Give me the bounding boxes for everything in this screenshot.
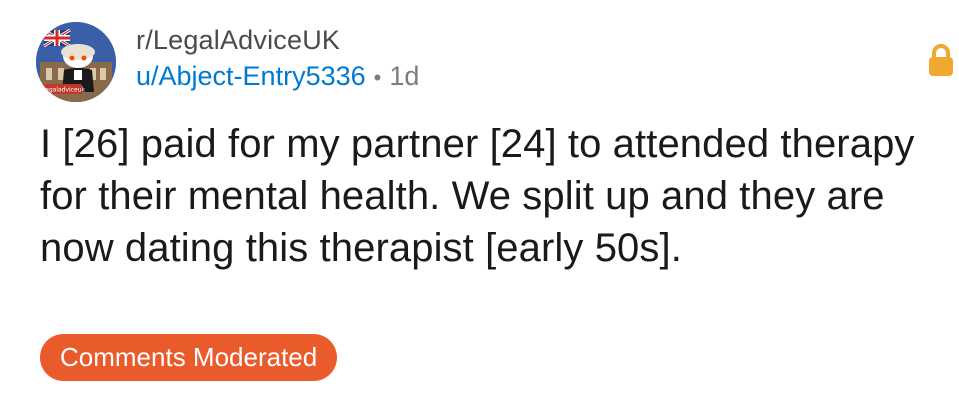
lock-icon (926, 42, 956, 78)
comments-moderated-badge: Comments Moderated (40, 334, 338, 381)
post-byline: u/Abject-Entry5336 • 1d (136, 60, 419, 94)
subreddit-name[interactable]: r/LegalAdviceUK (136, 24, 419, 56)
avatar-banner-text: r/legaladviceuk (39, 87, 85, 94)
post-meta: r/LegalAdviceUK u/Abject-Entry5336 • 1d (136, 24, 419, 94)
author-link[interactable]: u/Abject-Entry5336 (136, 61, 366, 91)
post-card[interactable]: r/legaladviceuk r/LegalAdviceUK u/Abject… (0, 0, 959, 413)
post-title[interactable]: I [26] paid for my partner [24] to atten… (40, 118, 920, 274)
byline-separator: • (373, 65, 382, 90)
subreddit-avatar[interactable]: r/legaladviceuk (36, 22, 116, 102)
subreddit-avatar-image: r/legaladviceuk (36, 22, 116, 102)
post-age: 1d (389, 61, 420, 91)
